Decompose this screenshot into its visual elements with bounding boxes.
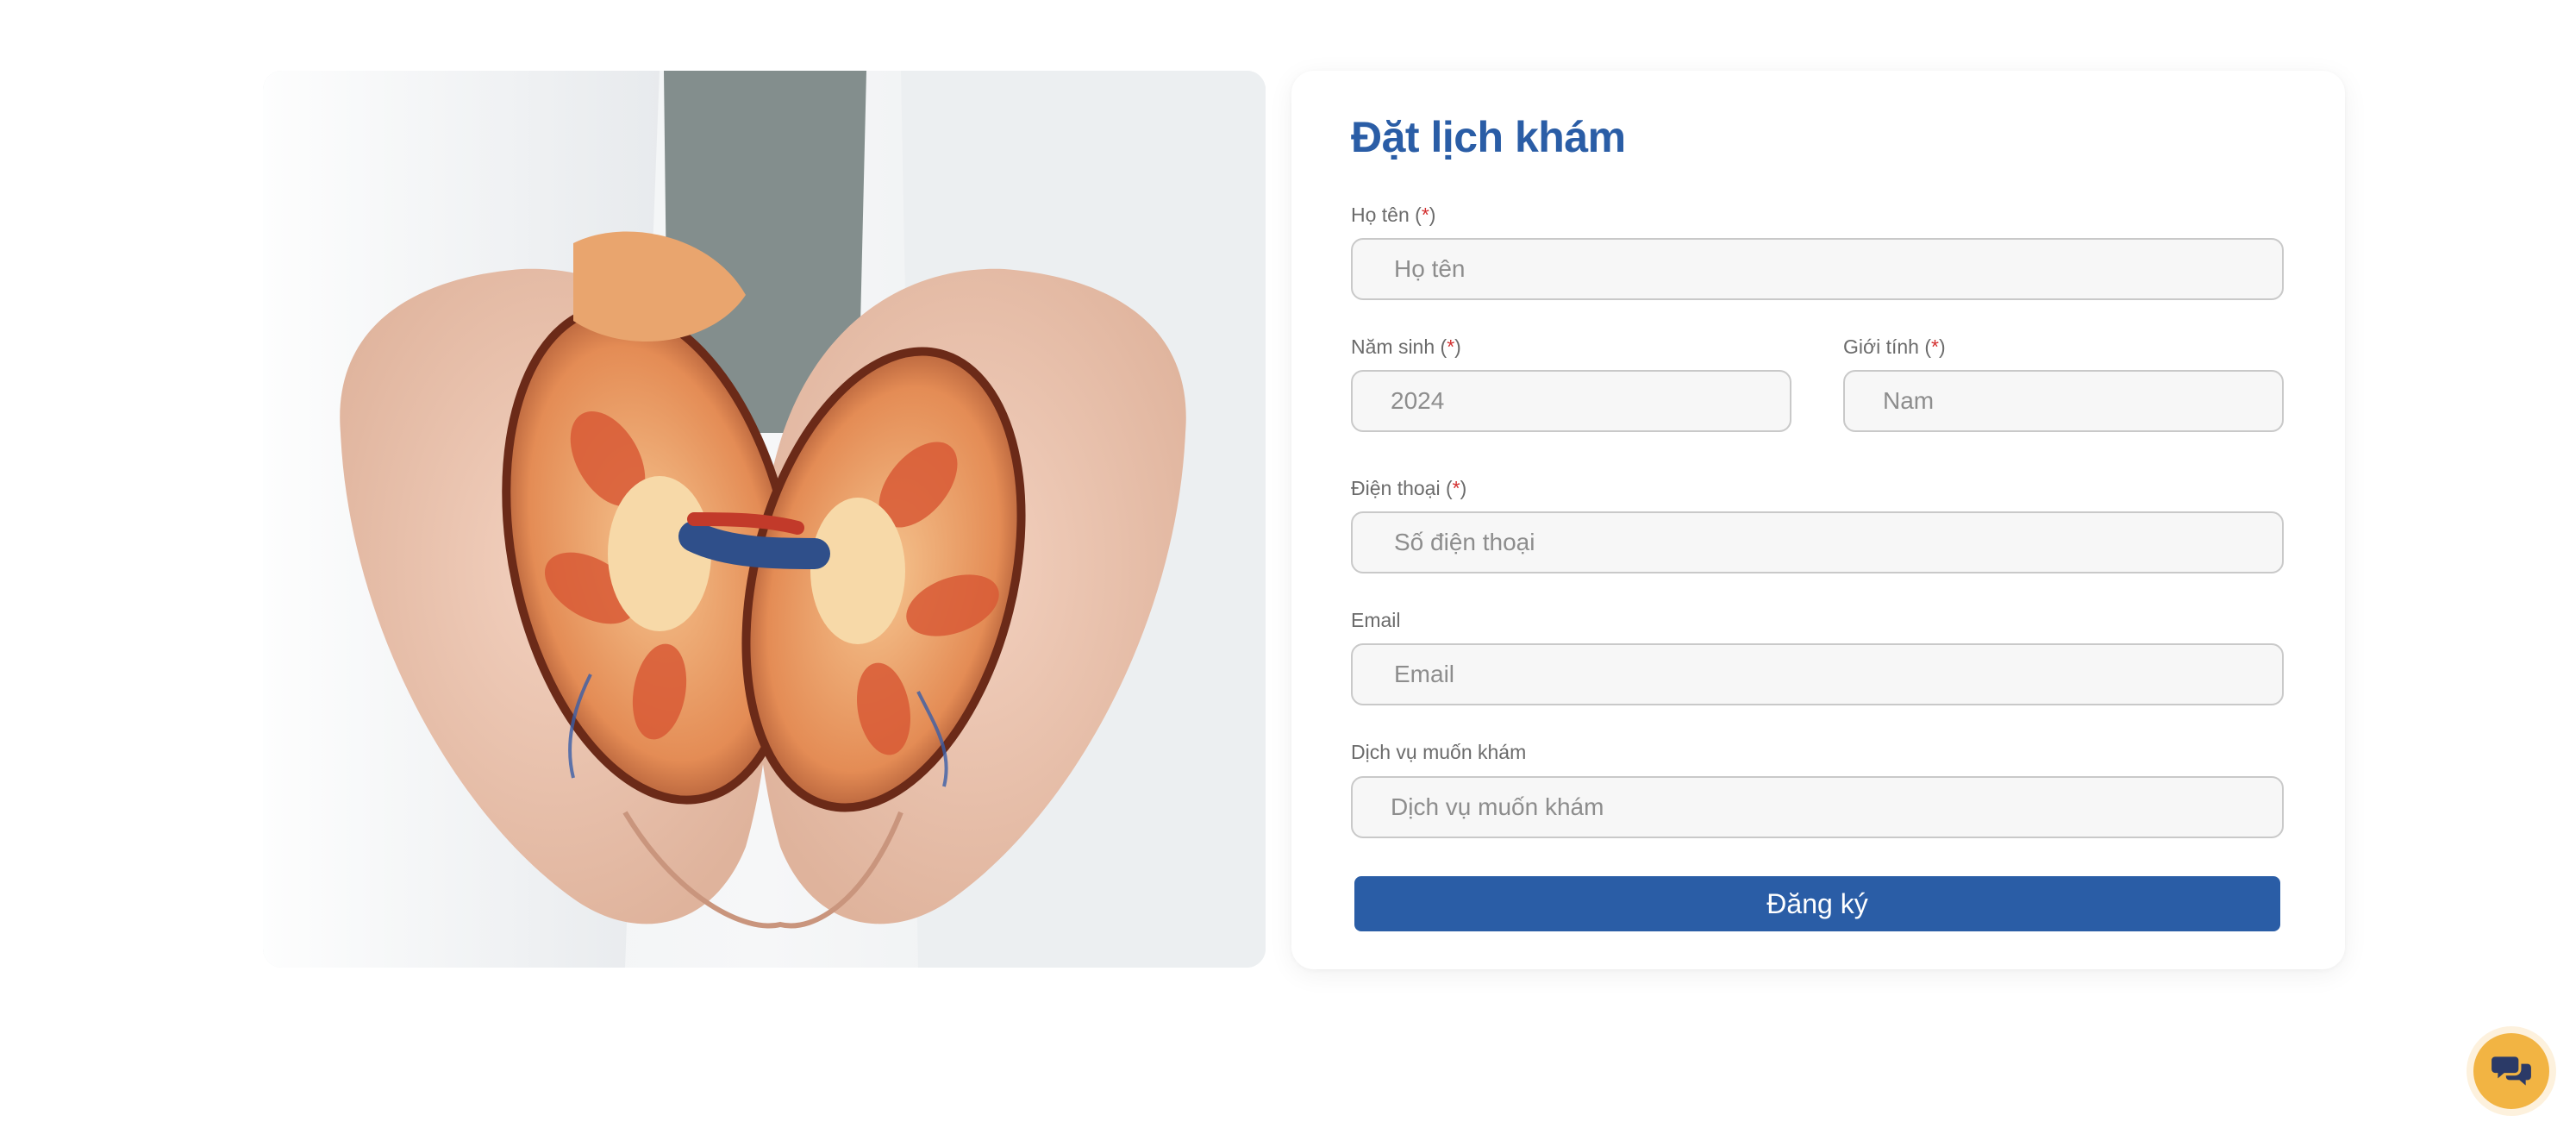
birth-year-label-text: Năm sinh xyxy=(1351,335,1435,358)
service-label: Dịch vụ muốn khám xyxy=(1351,739,1526,765)
name-label-text: Họ tên xyxy=(1351,204,1410,226)
phone-label: Điện thoại (*) xyxy=(1351,477,1467,499)
phone-input[interactable] xyxy=(1351,511,2284,573)
service-label-text: Dịch vụ muốn khám xyxy=(1351,741,1527,763)
name-label: Họ tên (*) xyxy=(1351,204,1436,226)
gender-input[interactable] xyxy=(1843,370,2284,432)
birth-year-label: Năm sinh (*) xyxy=(1351,335,1461,358)
chat-bubbles-icon xyxy=(2492,1056,2531,1086)
kidney-model-illustration xyxy=(263,71,1266,968)
gender-label: Giới tính (*) xyxy=(1843,335,1946,358)
booking-form-card: Đặt lịch khám Họ tên (*) Năm sinh (*) Gi… xyxy=(1291,71,2345,969)
required-mark: * xyxy=(1931,335,1939,358)
page: Đặt lịch khám Họ tên (*) Năm sinh (*) Gi… xyxy=(0,0,2576,1128)
chat-button[interactable] xyxy=(2473,1033,2549,1109)
required-mark: * xyxy=(1421,204,1429,226)
gender-label-text: Giới tính xyxy=(1843,335,1919,358)
required-mark: * xyxy=(1452,477,1460,499)
birth-year-input[interactable] xyxy=(1351,370,1791,432)
email-label-text: Email xyxy=(1351,609,1401,631)
email-input[interactable] xyxy=(1351,643,2284,705)
phone-label-text: Điện thoại xyxy=(1351,477,1441,499)
name-input[interactable] xyxy=(1351,238,2284,300)
service-input[interactable] xyxy=(1351,776,2284,838)
required-mark: * xyxy=(1447,335,1455,358)
register-button[interactable]: Đăng ký xyxy=(1354,876,2280,931)
kidney-model-photo xyxy=(263,71,1266,968)
form-title: Đặt lịch khám xyxy=(1351,113,1626,161)
email-label: Email xyxy=(1351,607,1401,633)
